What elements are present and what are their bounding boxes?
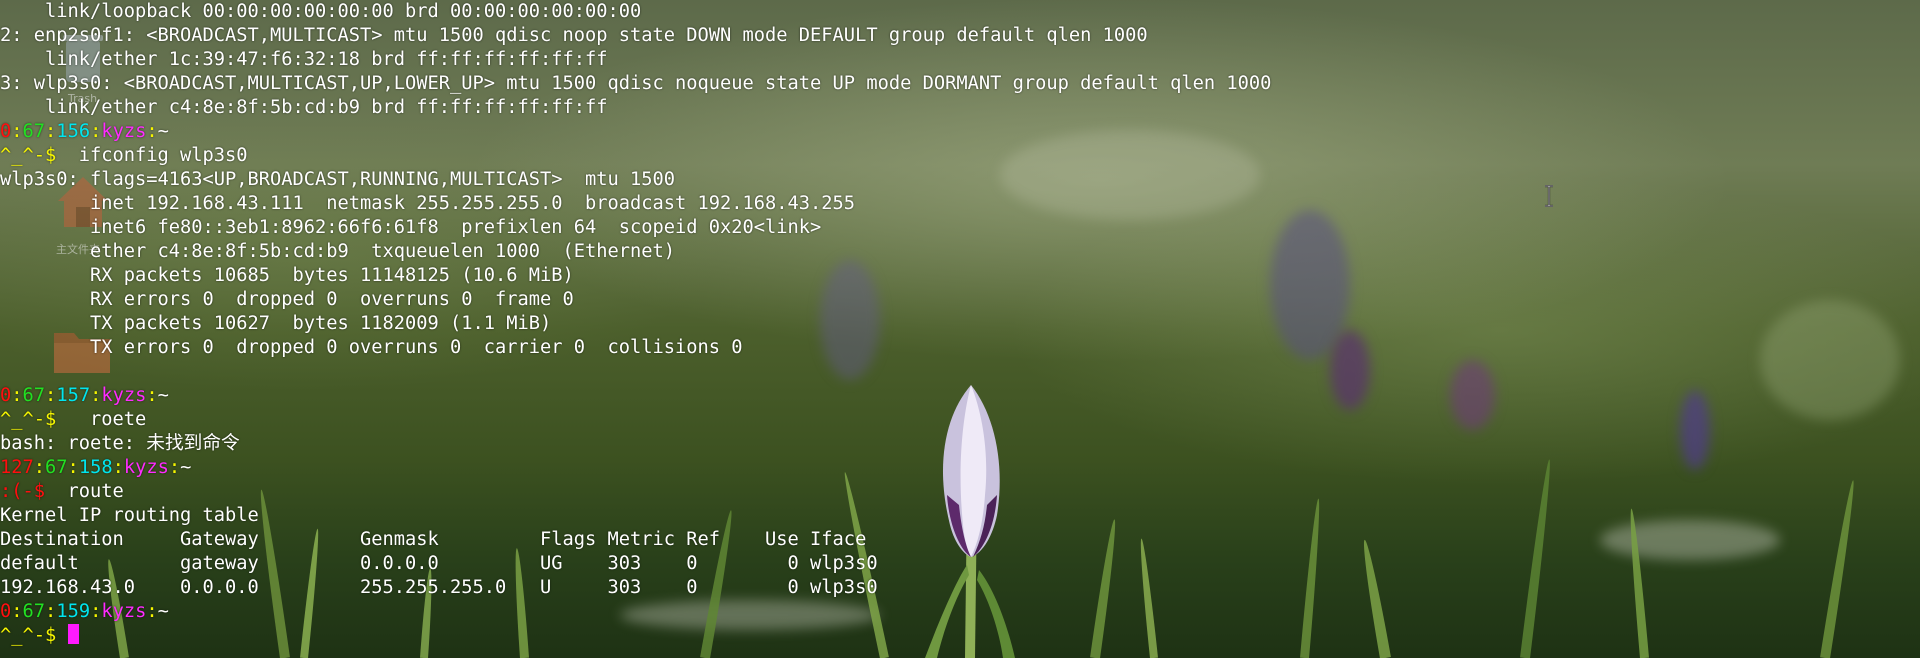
prompt-separator: : [90,121,102,142]
command-input[interactable] [56,625,67,646]
terminal-output-line: inet6 fe80::3eb1:8962:66f6:61f8 prefixle… [0,217,822,238]
hostname: kyzs [101,601,147,622]
prompt-separator: : [90,601,102,622]
routing-table-title: Kernel IP routing table [0,505,259,526]
exit-status: 0 [0,385,12,406]
routing-table-row: 192.168.43.0 0.0.0.0 255.255.255.0 U 303… [0,577,878,598]
prompt-separator: : [11,385,23,406]
history-number: 159 [56,601,91,622]
terminal-output-line: TX packets 10627 bytes 1182009 (1.1 MiB) [0,313,552,334]
prompt-symbol: ^_^-$ [0,625,57,646]
terminal-output-line: TX errors 0 dropped 0 overruns 0 carrier… [0,337,743,358]
command-text: roete [56,409,147,430]
working-directory: ~ [157,385,169,406]
prompt-separator: : [146,385,158,406]
terminal-output-line: RX packets 10685 bytes 11148125 (10.6 Mi… [0,265,574,286]
terminal-output-line: RX errors 0 dropped 0 overruns 0 frame 0 [0,289,574,310]
prompt-separator: : [11,121,23,142]
prompt-status-line: 0:67:156:kyzs:~ [0,120,169,144]
job-count: 67 [22,385,46,406]
hostname: kyzs [123,457,169,478]
prompt-separator: : [90,385,102,406]
terminal-cursor [67,624,79,644]
history-number: 158 [78,457,113,478]
prompt-symbol: ^_^-$ [0,145,57,166]
terminal-output-line: 2: enp2s0f1: <BROADCAST,MULTICAST> mtu 1… [0,25,1148,46]
prompt-separator: : [112,457,124,478]
routing-table-row: default gateway 0.0.0.0 UG 303 0 0 wlp3s… [0,553,878,574]
exit-status: 0 [0,601,12,622]
job-count: 67 [22,121,46,142]
terminal-output-line: inet 192.168.43.111 netmask 255.255.255.… [0,193,856,214]
desktop-background: Trash 主文件夹 link/loopback 00:00:00:00:00:… [0,0,1920,658]
ibeam-cursor-icon [1545,185,1553,207]
prompt-separator: : [33,457,46,478]
working-directory: ~ [157,601,169,622]
hostname: kyzs [101,385,147,406]
terminal-window[interactable]: link/loopback 00:00:00:00:00:00 brd 00:0… [0,0,1920,658]
terminal-output-line: link/ether c4:8e:8f:5b:cd:b9 brd ff:ff:f… [0,97,608,118]
prompt-status-line: 0:67:157:kyzs:~ [0,384,169,408]
prompt-separator: : [146,121,158,142]
terminal-output-line: 3: wlp3s0: <BROADCAST,MULTICAST,UP,LOWER… [0,73,1272,94]
terminal-output-line: wlp3s0: flags=4163<UP,BROADCAST,RUNNING,… [0,169,676,190]
prompt-separator: : [45,601,57,622]
prompt-separator: : [168,457,181,478]
history-number: 157 [56,385,91,406]
command-line: ^_^-$ roete [0,408,146,432]
prompt-separator: : [45,385,57,406]
prompt-separator: : [67,457,79,478]
routing-table-header: Destination Gateway Genmask Flags Metric… [0,529,867,550]
prompt-symbol: ^_^-$ [0,409,57,430]
job-count: 67 [22,601,46,622]
job-count: 67 [45,457,68,478]
command-text: route [45,481,124,502]
terminal-output-line: ether c4:8e:8f:5b:cd:b9 txqueuelen 1000 … [0,241,676,262]
command-line: :(-$ route [0,480,124,504]
prompt-separator: : [45,121,57,142]
prompt-status-line: 0:67:159:kyzs:~ [0,600,169,624]
history-number: 156 [56,121,91,142]
prompt-separator: : [11,601,23,622]
terminal-output-line: link/ether 1c:39:47:f6:32:18 brd ff:ff:f… [0,49,608,70]
exit-status: 127 [0,457,34,478]
command-text: ifconfig wlp3s0 [56,145,248,166]
prompt-symbol-error: :(-$ [0,481,46,502]
prompt-separator: : [146,601,158,622]
terminal-output-line: bash: roete: 未找到命令 [0,433,240,454]
command-line: ^_^-$ ifconfig wlp3s0 [0,144,248,168]
working-directory: ~ [180,457,192,478]
terminal-output-line: link/loopback 00:00:00:00:00:00 brd 00:0… [0,1,642,22]
hostname: kyzs [101,121,147,142]
working-directory: ~ [157,121,169,142]
prompt-status-line: 127:67:158:kyzs:~ [0,456,191,480]
active-command-line[interactable]: ^_^-$ [0,624,79,648]
exit-status: 0 [0,121,12,142]
